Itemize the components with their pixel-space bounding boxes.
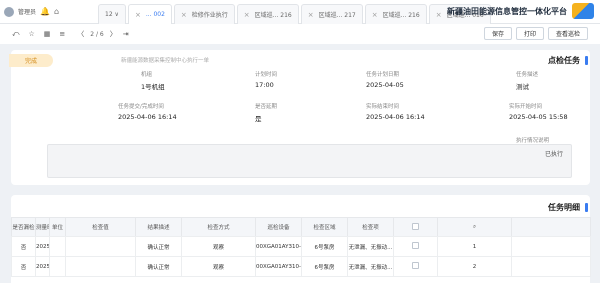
toolbar-icons: ⤺ ☆ ▦ ≡ — [0, 30, 65, 39]
close-icon[interactable]: × — [372, 11, 378, 19]
user-name[interactable]: 管理员 — [18, 7, 36, 16]
field-unit: 机组 1号机组 — [141, 72, 165, 91]
avatar[interactable] — [4, 6, 14, 17]
field-task-desc: 任务描述 测试 — [516, 72, 539, 91]
user-area[interactable]: 管理员 🔔 ⌂ — [0, 6, 59, 17]
remark-field[interactable]: 已执行 — [47, 144, 572, 178]
logo — [572, 3, 594, 19]
page-indicator: 2 / 6 — [90, 30, 104, 38]
field-delayed: 是否延期 是 — [255, 104, 278, 123]
brand: 新疆油田能源信息管控一体化平台 — [447, 3, 594, 19]
row-checkbox[interactable] — [412, 242, 419, 249]
col-unit[interactable]: 单位 — [49, 217, 66, 237]
page: 管理员 🔔 ⌂ 12 ∨ ×... 002 × 检修作业执行 × 区域巡... 21… — [0, 0, 600, 283]
print-button[interactable]: 打印 — [515, 27, 544, 40]
tab-maintenance[interactable]: × 检修作业执行 — [173, 4, 235, 24]
close-icon[interactable]: × — [244, 11, 250, 19]
task-card: 完成 新疆能源数据采集控制中心执行一单 点检任务 任务描述 测试 任务计划日期 … — [9, 50, 590, 185]
prev-page-icon[interactable]: 〈 — [77, 29, 84, 39]
top-header: 管理员 🔔 ⌂ 12 ∨ ×... 002 × 检修作业执行 × 区域巡... 21… — [0, 0, 600, 24]
col-item[interactable]: 检查项 — [347, 217, 394, 237]
task-note: 新疆能源数据采集控制中心执行一单 — [121, 58, 210, 64]
col-time[interactable]: 测量时间 — [35, 217, 50, 237]
field-plan-time: 计划时间 17:00 — [255, 72, 278, 89]
close-icon[interactable]: × — [436, 11, 442, 19]
share-icon[interactable]: ⤺ — [12, 30, 19, 39]
tab-inspect-216[interactable]: × 区域巡... 216 — [236, 4, 299, 24]
star-icon[interactable]: ☆ — [28, 30, 34, 38]
table-row[interactable]: 否 2025-04-06 15:58:28 确认正常 观察 00XGA01AY3… — [11, 256, 591, 277]
toolbar-buttons: 保存 打印 查看巡检 — [483, 27, 588, 40]
title-accent — [585, 56, 588, 65]
tab-inspect-217[interactable]: × 区域巡... 217 — [300, 4, 363, 24]
app-title: 新疆油田能源信息管控一体化平台 — [447, 6, 567, 16]
status-badge: 完成 — [9, 54, 53, 67]
tab-inspect-216b[interactable]: × 区域巡... 216 — [364, 4, 427, 24]
last-page-icon[interactable]: ⇥ — [123, 30, 129, 38]
col-result[interactable]: 结果描述 — [135, 217, 182, 237]
rows-icon[interactable]: ≡ — [59, 30, 65, 38]
close-icon[interactable]: × — [308, 11, 314, 19]
col-device[interactable]: 巡检设备 — [255, 217, 302, 237]
col-region[interactable]: 检查区域 — [301, 217, 348, 237]
table-row[interactable]: 否 2025-04-06 15:58:28 确认正常 观察 00XGA01AY3… — [11, 236, 591, 257]
detail-table-body: 否 2025-04-06 15:58:28 确认正常 观察 00XGA01AY3… — [11, 236, 591, 277]
close-icon[interactable]: × — [135, 11, 141, 19]
detail-title: 任务明细 — [548, 203, 580, 212]
record-pager: 〈 2 / 6 〉 ⇥ — [77, 29, 128, 39]
title-accent — [585, 203, 588, 212]
bell-icon[interactable]: 🔔 — [40, 7, 50, 16]
field-plan-date: 任务计划日期 2025-04-05 — [366, 72, 404, 89]
grid-icon[interactable]: ▦ — [44, 30, 51, 38]
tab-bar: 12 ∨ ×... 002 × 检修作业执行 × 区域巡... 216 × 区域巡..… — [98, 4, 491, 24]
tab-more[interactable]: 12 ∨ — [98, 4, 126, 24]
toolbar: ⤺ ☆ ▦ ≡ 〈 2 / 6 〉 ⇥ 保存 打印 查看巡检 — [0, 24, 600, 44]
remark-label: 执行情况说明 — [516, 138, 550, 144]
next-page-icon[interactable]: 〉 — [110, 29, 117, 39]
search-icon[interactable]: ⌕ — [473, 224, 476, 230]
col-missed[interactable]: 是否漏检 — [11, 217, 36, 237]
col-value[interactable]: 检查值 — [65, 217, 136, 237]
col-method[interactable]: 检查方式 — [181, 217, 256, 237]
row-checkbox[interactable] — [412, 262, 419, 269]
home-icon[interactable]: ⌂ — [54, 7, 59, 16]
detail-table: 是否漏检 测量时间 单位 检查值 结果描述 检查方式 巡检设备 检查区域 检查项… — [11, 217, 591, 237]
tab-current[interactable]: ×... 002 — [127, 4, 172, 24]
save-button[interactable]: 保存 — [483, 27, 512, 40]
view-inspection-button[interactable]: 查看巡检 — [547, 27, 588, 40]
select-all-checkbox[interactable] — [412, 222, 419, 230]
detail-card: 任务明细 是否漏检 测量时间 单位 检查值 结果描述 检查方式 巡检设备 检查区… — [11, 195, 591, 283]
col-search[interactable]: ⌕ — [437, 217, 512, 237]
field-submit-time: 任务提交/完成时间 2025-04-06 16:14 — [118, 104, 177, 121]
table-header-row: 是否漏检 测量时间 单位 检查值 结果描述 检查方式 巡检设备 检查区域 检查项… — [11, 217, 591, 237]
close-icon[interactable]: × — [181, 11, 187, 19]
col-select[interactable] — [393, 217, 438, 237]
field-actual-start: 实际开始时间 2025-04-05 15:58 — [509, 104, 568, 121]
task-title: 点检任务 — [548, 56, 580, 65]
field-actual-end: 实际结束时间 2025-04-06 16:14 — [366, 104, 425, 121]
col-spacer — [511, 217, 591, 237]
remark-text: 已执行 — [544, 151, 563, 158]
